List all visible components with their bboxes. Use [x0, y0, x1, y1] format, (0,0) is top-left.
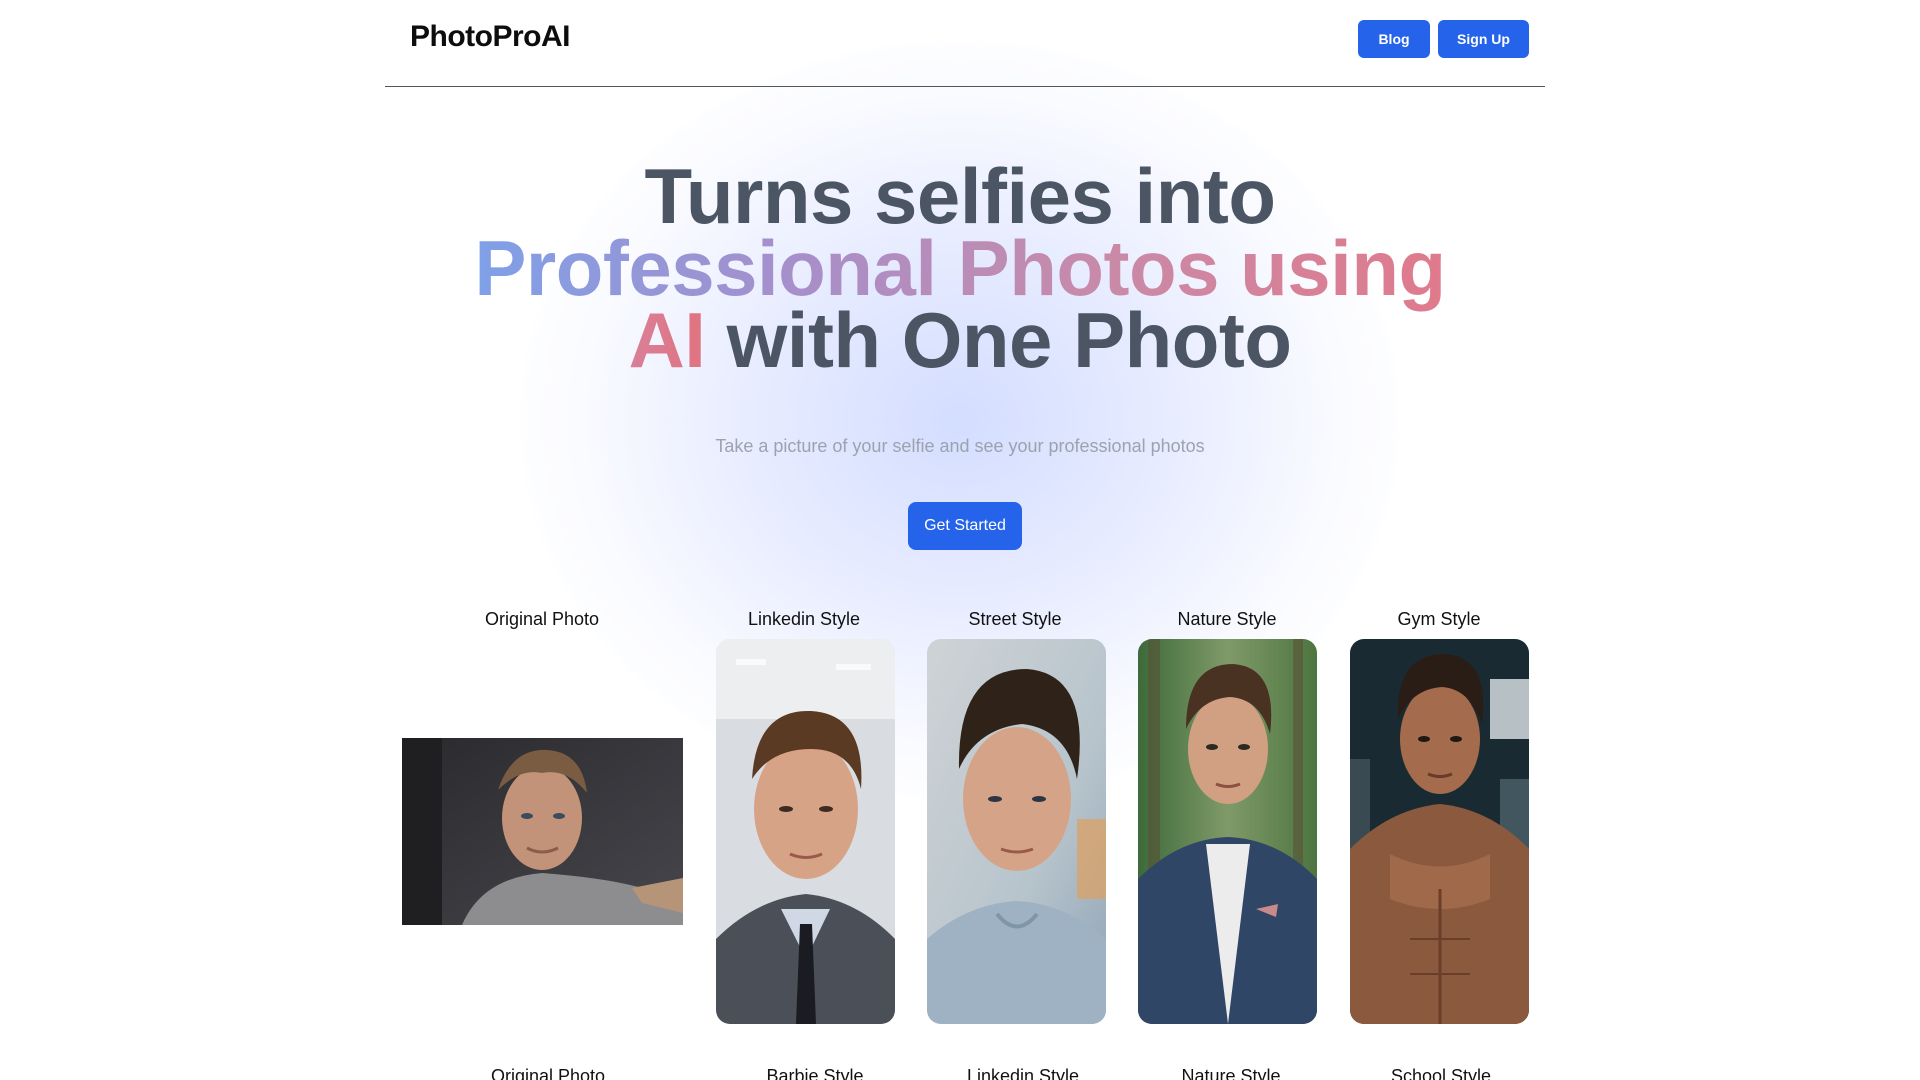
- street-style-photo: [927, 639, 1106, 1024]
- site-header: PhotoProAI Blog Sign Up: [385, 0, 1545, 87]
- label-school-style: School Style: [1390, 1066, 1492, 1080]
- hero-section: Turns selfies into Professional Photos u…: [0, 157, 1920, 379]
- gym-style-photo: [1350, 639, 1529, 1024]
- original-selfie-photo: [402, 738, 683, 925]
- label-linkedin-style: Linkedin Style: [747, 609, 861, 629]
- sign-up-button[interactable]: Sign Up: [1438, 20, 1529, 58]
- hero-title: Turns selfies into Professional Photos u…: [0, 157, 1920, 379]
- label-original-photo: Original Photo: [484, 609, 600, 629]
- hero-title-ai: AI: [628, 296, 706, 384]
- blog-button[interactable]: Blog: [1358, 20, 1430, 58]
- hero-title-line3: with One Photo: [705, 296, 1292, 384]
- hero-subtitle: Take a picture of your selfie and see yo…: [715, 436, 1205, 456]
- label-original-photo-row2: Original Photo: [490, 1066, 606, 1080]
- label-nature-style: Nature Style: [1177, 609, 1277, 629]
- site-logo[interactable]: PhotoProAI: [410, 20, 571, 54]
- label-gym-style: Gym Style: [1397, 609, 1481, 629]
- linkedin-style-photo: [716, 639, 895, 1024]
- label-nature-style-row2: Nature Style: [1181, 1066, 1281, 1080]
- label-barbie-style: Barbie Style: [766, 1066, 864, 1080]
- label-street-style: Street Style: [968, 609, 1062, 629]
- get-started-button[interactable]: Get Started: [908, 502, 1022, 550]
- nature-style-photo: [1138, 639, 1317, 1024]
- label-linkedin-style-row2: Linkedin Style: [966, 1066, 1080, 1080]
